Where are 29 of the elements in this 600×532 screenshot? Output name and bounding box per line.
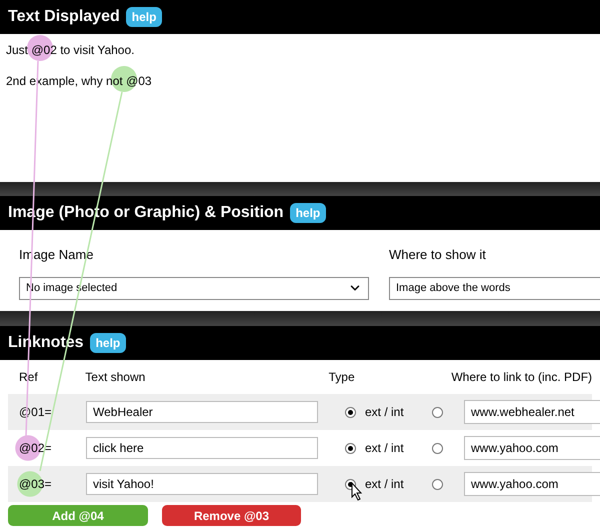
column-header: Ref [18, 369, 39, 386]
url-input[interactable]: www.yahoo.com [464, 472, 600, 496]
cursor-icon [352, 482, 362, 501]
text-input[interactable]: visit Yahoo! [86, 473, 318, 495]
text-input[interactable]: click here [86, 437, 318, 459]
section-title: Text Displayed [8, 7, 120, 27]
remove-button[interactable]: Remove @03 [162, 505, 301, 526]
column-header: Text shown [85, 369, 146, 386]
url-input[interactable]: www.webhealer.net [464, 400, 600, 424]
text-input[interactable]: WebHealer [86, 401, 318, 423]
position-select[interactable]: Image above the words [389, 276, 600, 300]
field-label: Where to show it [389, 246, 486, 264]
ref-label: @03= [15, 471, 54, 497]
radio-label: ext / int [365, 404, 405, 421]
text-line: 2nd example, why not @03 [6, 73, 152, 89]
image-select[interactable]: No image selected [19, 276, 369, 300]
column-header: Where to link to (inc. PDF) [451, 369, 592, 386]
url-input[interactable]: www.yahoo.com [464, 436, 600, 460]
text-line: Just @02 to visit Yahoo. [6, 42, 134, 58]
radio-button[interactable] [345, 406, 356, 418]
field-label: Image Name [19, 246, 94, 264]
radio-button[interactable] [432, 442, 443, 454]
column-header: Type [328, 369, 356, 386]
ref-label: @02= [15, 435, 54, 461]
radio-button[interactable] [432, 406, 443, 418]
radio-label: ext / int [365, 476, 405, 493]
radio-button[interactable] [345, 442, 356, 454]
radio-button[interactable] [432, 478, 443, 490]
radio-label: ext / int [365, 440, 405, 457]
